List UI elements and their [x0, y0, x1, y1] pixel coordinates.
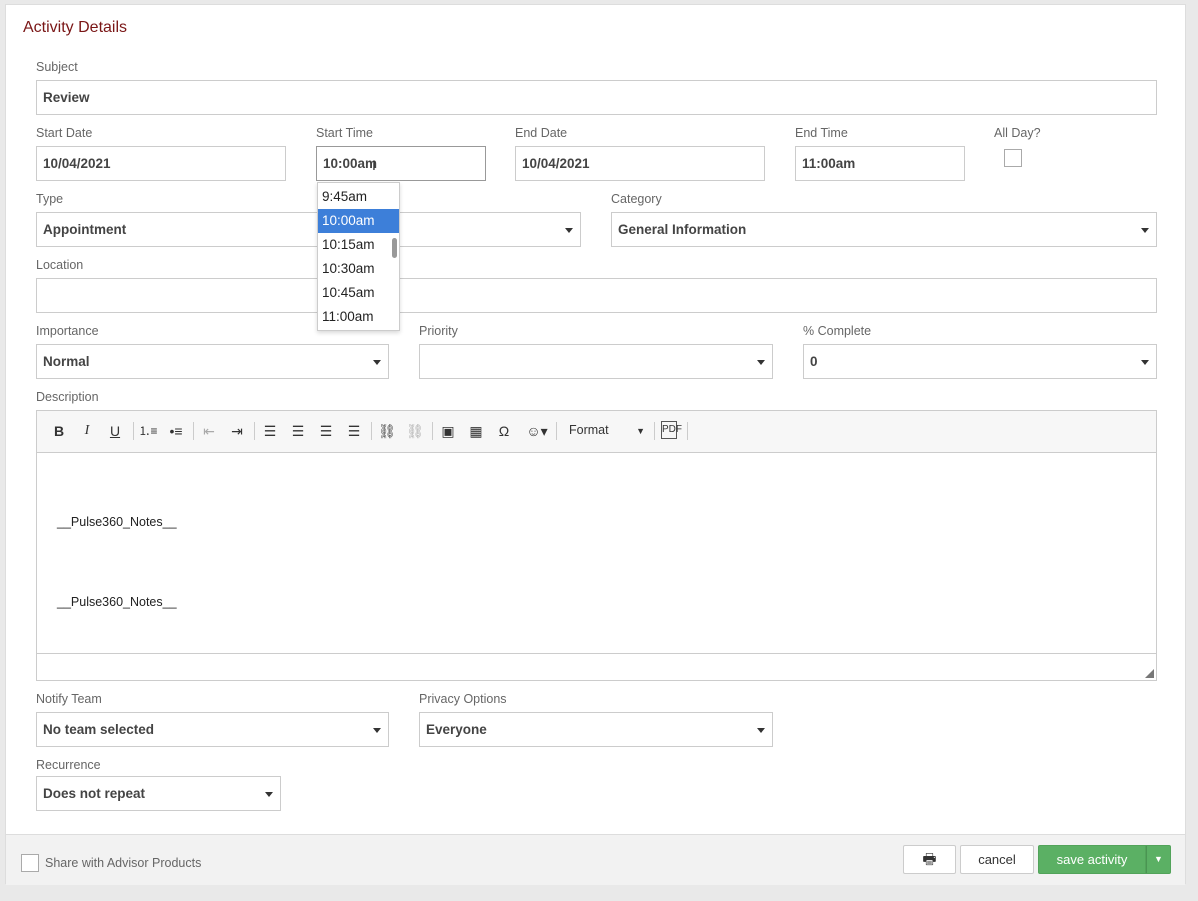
start-date-input[interactable]: 10/04/2021 [36, 146, 286, 181]
privacy-value: Everyone [426, 722, 487, 737]
chevron-down-icon: ▼ [636, 426, 645, 436]
italic-icon[interactable]: I [77, 421, 97, 441]
dropdown-scrollbar[interactable] [392, 238, 397, 258]
chevron-down-icon [1141, 360, 1149, 365]
subject-input[interactable]: Review [36, 80, 1157, 115]
privacy-select[interactable]: Everyone [419, 712, 773, 747]
numbered-list-icon[interactable]: ⒈≡ [138, 421, 158, 441]
location-input[interactable] [36, 278, 1157, 313]
chevron-down-icon [565, 228, 573, 233]
chevron-down-icon [757, 360, 765, 365]
save-options-button[interactable]: ▼ [1146, 845, 1171, 874]
end-date-label: End Date [515, 126, 568, 140]
notify-team-label: Notify Team [36, 692, 102, 706]
time-option-selected[interactable]: 10:00am [318, 209, 399, 233]
chevron-down-icon [373, 728, 381, 733]
time-option[interactable]: 10:30am [318, 257, 399, 281]
pdf-icon[interactable]: PDF [661, 421, 682, 439]
editor-statusbar [37, 653, 1156, 680]
all-day-label: All Day? [994, 126, 1041, 140]
category-select[interactable]: General Information [611, 212, 1157, 247]
editor-line: __Pulse360_Notes__ [57, 595, 177, 609]
chevron-down-icon [265, 792, 273, 797]
start-time-label: Start Time [316, 126, 373, 140]
notify-team-select[interactable]: No team selected [36, 712, 389, 747]
resize-handle-icon[interactable] [1145, 669, 1154, 678]
share-checkbox[interactable] [21, 854, 39, 872]
type-value: Appointment [43, 222, 127, 237]
end-time-input[interactable]: 11:00am [795, 146, 965, 181]
align-right-icon[interactable]: ☰ [316, 421, 336, 441]
importance-select[interactable]: Normal [36, 344, 389, 379]
share-label: Share with Advisor Products [45, 856, 202, 870]
cancel-button[interactable]: cancel [960, 845, 1034, 874]
activity-details-panel: Activity Details Subject Review Start Da… [5, 4, 1186, 885]
editor-content[interactable]: __Pulse360_Notes__ __Pulse360_Notes__ [37, 453, 1156, 654]
print-button[interactable]: 🖶 [903, 845, 956, 874]
description-label: Description [36, 390, 99, 404]
description-editor: B I U ⒈≡ •≡ ⇤ ⇥ ☰ ☰ ☰ ☰ ⛓ ⛓ ▣ ▦ Ω ☺▾ For… [36, 410, 1157, 681]
time-option[interactable]: 11:00am [318, 305, 399, 329]
align-justify-icon[interactable]: ☰ [344, 421, 364, 441]
time-option[interactable]: 9:45am [318, 185, 399, 209]
complete-select[interactable]: 0 [803, 344, 1157, 379]
start-date-label: Start Date [36, 126, 93, 140]
chevron-down-icon [1141, 228, 1149, 233]
importance-label: Importance [36, 324, 99, 338]
bold-icon[interactable]: B [49, 421, 69, 441]
format-label: Format [569, 423, 609, 437]
align-center-icon[interactable]: ☰ [288, 421, 308, 441]
type-label: Type [36, 192, 64, 206]
emoji-icon[interactable]: ☺▾ [522, 421, 552, 441]
editor-toolbar: B I U ⒈≡ •≡ ⇤ ⇥ ☰ ☰ ☰ ☰ ⛓ ⛓ ▣ ▦ Ω ☺▾ For… [37, 411, 1156, 453]
time-option[interactable]: 10:45am [318, 281, 399, 305]
time-option[interactable]: 10:15am [318, 233, 399, 257]
indent-icon[interactable]: ⇥ [227, 421, 247, 441]
page-title: Activity Details [23, 19, 128, 36]
chevron-down-icon [373, 360, 381, 365]
complete-label: % Complete [803, 324, 872, 338]
start-time-input[interactable]: 10:00am [316, 146, 486, 181]
underline-icon[interactable]: U [105, 421, 125, 441]
bulleted-list-icon[interactable]: •≡ [166, 421, 186, 441]
footer-bar: Share with Advisor Products 🖶 cancel sav… [6, 834, 1185, 885]
location-label: Location [36, 258, 84, 272]
chevron-down-icon: ▼ [1154, 854, 1163, 864]
end-date-input[interactable]: 10/04/2021 [515, 146, 765, 181]
category-value: General Information [618, 222, 747, 237]
recurrence-value: Does not repeat [43, 786, 146, 801]
recurrence-label: Recurrence [36, 758, 101, 772]
priority-select[interactable] [419, 344, 773, 379]
printer-icon: 🖶 [922, 851, 937, 868]
start-time-dropdown: 9:45am 10:00am 10:15am 10:30am 10:45am 1… [317, 182, 400, 331]
outdent-icon[interactable]: ⇤ [199, 421, 219, 441]
recurrence-select[interactable]: Does not repeat [36, 776, 281, 811]
importance-value: Normal [43, 354, 90, 369]
align-left-icon[interactable]: ☰ [260, 421, 280, 441]
type-select[interactable]: Appointment [36, 212, 581, 247]
table-icon[interactable]: ▦ [466, 421, 486, 441]
text-cursor-icon: I [372, 157, 376, 173]
end-time-label: End Time [795, 126, 848, 140]
link-icon[interactable]: ⛓ [377, 421, 397, 441]
complete-value: 0 [810, 354, 818, 369]
save-activity-button[interactable]: save activity [1038, 845, 1146, 874]
unlink-icon[interactable]: ⛓ [405, 421, 425, 441]
special-character-icon[interactable]: Ω [494, 421, 514, 441]
chevron-down-icon [757, 728, 765, 733]
notify-team-value: No team selected [43, 722, 155, 737]
all-day-checkbox[interactable] [1004, 149, 1022, 167]
format-dropdown[interactable]: Format ▼ [569, 423, 645, 437]
image-icon[interactable]: ▣ [438, 421, 458, 441]
editor-line: __Pulse360_Notes__ [57, 515, 177, 529]
subject-label: Subject [36, 60, 78, 74]
category-label: Category [611, 192, 662, 206]
priority-label: Priority [419, 324, 458, 338]
privacy-label: Privacy Options [419, 692, 507, 706]
